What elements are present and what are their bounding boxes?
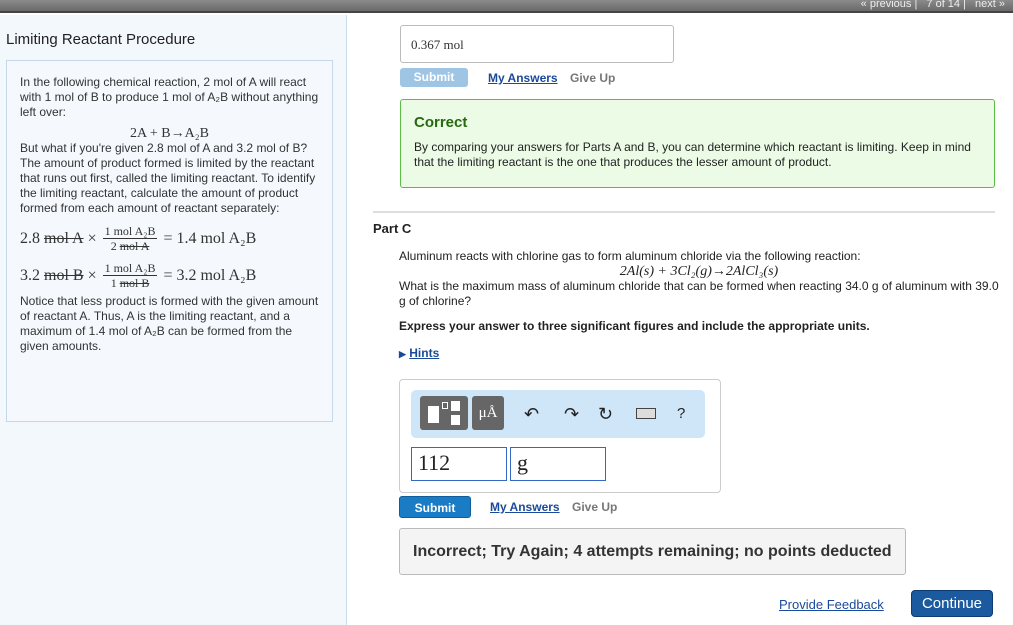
part-b-submit-button[interactable]: Submit: [400, 68, 468, 87]
reset-icon[interactable]: ↻: [598, 404, 613, 425]
calculation-b: 3.2 mol B × 1 mol A₂B 1 mol B = 3.2 mol A…: [20, 261, 257, 290]
nav-bar: « previous | 7 of 14 | next »: [0, 0, 1013, 13]
part-c-submit-button[interactable]: Submit: [399, 496, 471, 518]
hints-label: Hints: [409, 346, 440, 360]
part-b-give-up-link[interactable]: Give Up: [570, 71, 615, 85]
caret-right-icon: ▶: [399, 349, 406, 359]
tutorial-box: In the following chemical reaction, 2 mo…: [6, 60, 333, 422]
keyboard-icon[interactable]: [636, 408, 656, 419]
numerator: 1 mol A₂B: [102, 261, 158, 276]
unit: mol B: [44, 267, 84, 284]
reaction-equation: 2A + B→A₂B: [130, 126, 209, 141]
unit-input[interactable]: g: [510, 447, 606, 481]
templates-icon: [420, 396, 468, 430]
sidebar-title: Limiting Reactant Procedure: [6, 31, 196, 48]
editor-toolbar: μÅ ↶ ↷ ↻ ?: [411, 390, 705, 438]
answer-editor: μÅ ↶ ↷ ↻ ? 112 g: [399, 379, 721, 493]
sidebar-panel: Limiting Reactant Procedure In the follo…: [0, 15, 347, 625]
redo-icon[interactable]: ↷: [564, 404, 579, 425]
denominator-unit: mol B: [119, 276, 150, 290]
conclusion-text: Notice that less product is formed with …: [20, 294, 319, 353]
feedback-title: Correct: [414, 114, 468, 131]
part-c-label: Part C: [373, 221, 412, 236]
part-b-my-answers-link[interactable]: My Answers: [488, 71, 558, 85]
denominator-unit: mol A: [119, 239, 150, 253]
explanation-text: But what if you're given 2.8 mol of A an…: [20, 141, 316, 215]
question-text: Aluminum reacts with chlorine gas to for…: [399, 249, 861, 263]
part-c-my-answers-link[interactable]: My Answers: [490, 500, 560, 514]
qty: 3.2: [20, 267, 40, 284]
part-c-give-up-link[interactable]: Give Up: [572, 500, 617, 514]
result: = 1.4 mol A₂B: [163, 230, 257, 247]
intro-text: In the following chemical reaction, 2 mo…: [20, 75, 319, 119]
help-icon[interactable]: ?: [677, 405, 685, 422]
position-indicator: 7 of 14: [926, 0, 961, 10]
fraction: 1 mol A₂B 2 mol A: [102, 224, 158, 253]
previous-link[interactable]: « previous: [861, 0, 912, 10]
templates-button[interactable]: [420, 396, 468, 430]
denominator-n: 1: [110, 276, 117, 290]
correct-feedback: Correct By comparing your answers for Pa…: [400, 99, 995, 188]
incorrect-feedback: Incorrect; Try Again; 4 attempts remaini…: [399, 528, 906, 575]
numerator: 1 mol A₂B: [102, 224, 158, 239]
feedback-text: By comparing your answers for Parts A an…: [414, 140, 971, 169]
divider: [373, 211, 995, 213]
hints-toggle[interactable]: ▶ Hints: [399, 346, 999, 362]
reaction-equation: 2Al(s) + 3Cl₂(g)→2AlCl₃(s): [619, 264, 779, 279]
result: = 3.2 mol A₂B: [163, 267, 257, 284]
question-text-2: What is the maximum mass of aluminum chl…: [399, 279, 999, 308]
units-button[interactable]: μÅ: [472, 396, 504, 430]
part-b-answer-field[interactable]: 0.367 mol: [400, 25, 674, 63]
undo-icon[interactable]: ↶: [524, 404, 539, 425]
part-c-question: Aluminum reacts with chlorine gas to for…: [399, 249, 999, 362]
instruction: Express your answer to three significant…: [399, 319, 870, 333]
continue-button[interactable]: Continue: [911, 590, 993, 617]
unit: mol A: [44, 230, 84, 247]
provide-feedback-link[interactable]: Provide Feedback: [779, 597, 884, 612]
qty: 2.8: [20, 230, 40, 247]
denominator-n: 2: [110, 239, 117, 253]
calculation-a: 2.8 mol A × 1 mol A₂B 2 mol A = 1.4 mol A…: [20, 224, 257, 253]
value-input[interactable]: 112: [411, 447, 507, 481]
fraction: 1 mol A₂B 1 mol B: [102, 261, 158, 290]
next-link[interactable]: next »: [975, 0, 1005, 10]
